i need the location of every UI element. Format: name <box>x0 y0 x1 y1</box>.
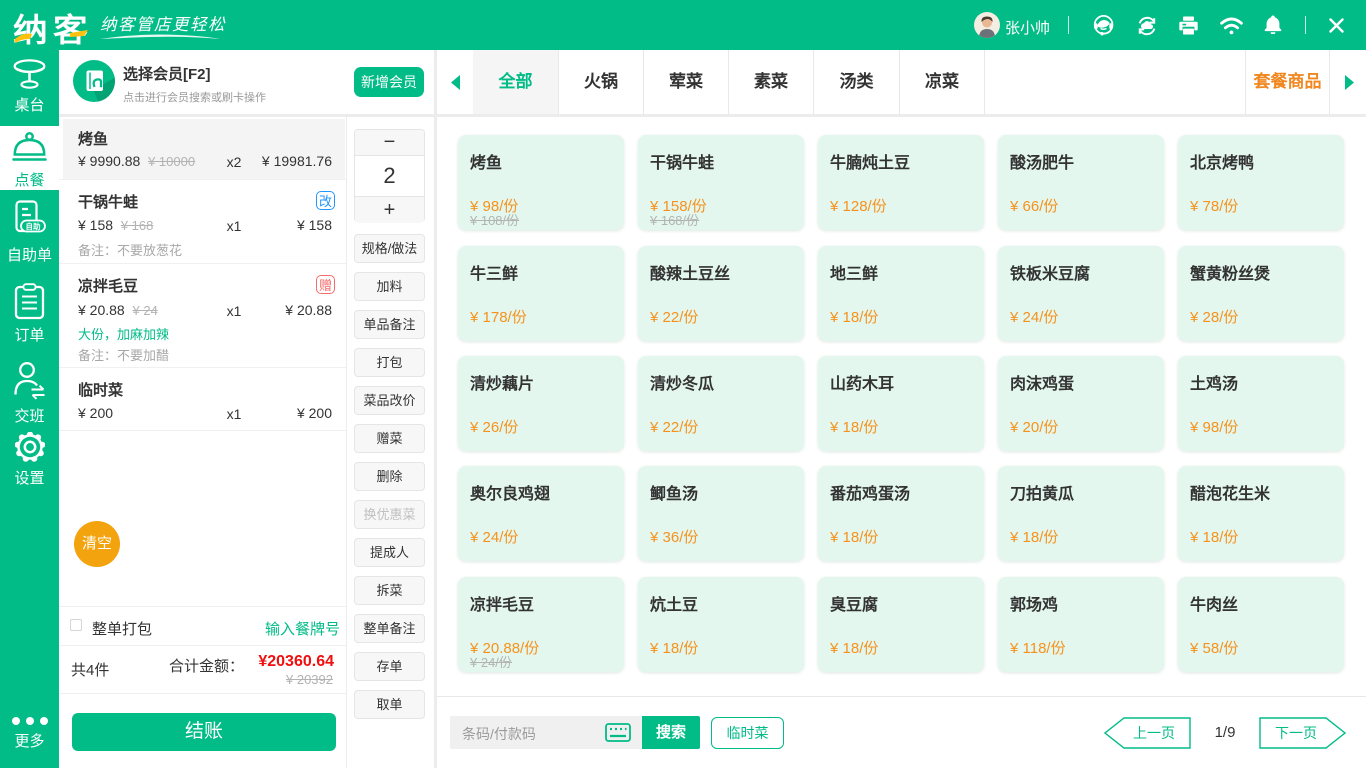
svg-text:上一页: 上一页 <box>1133 725 1175 741</box>
svg-text:自助: 自助 <box>26 221 41 231</box>
svg-text:下一页: 下一页 <box>1275 725 1317 741</box>
